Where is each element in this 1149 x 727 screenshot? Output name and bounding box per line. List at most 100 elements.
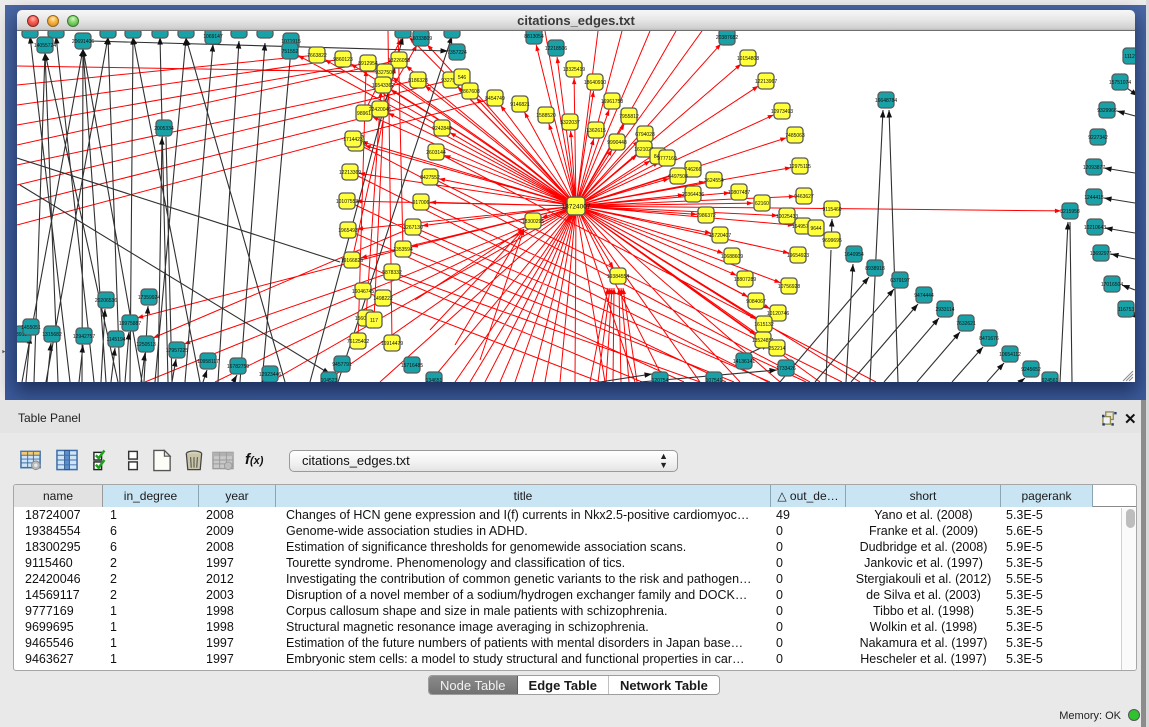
svg-text:62160: 62160 <box>755 201 769 207</box>
svg-text:9463627: 9463627 <box>794 194 814 200</box>
svg-text:3624554: 3624554 <box>704 178 724 184</box>
svg-text:7986372: 7986372 <box>696 213 716 219</box>
svg-text:7357224: 7357224 <box>447 50 467 56</box>
svg-text:18807289: 18807289 <box>734 277 756 283</box>
svg-text:2005334: 2005334 <box>154 126 174 132</box>
svg-text:10973493: 10973493 <box>771 109 793 115</box>
svg-text:3267130: 3267130 <box>403 225 423 231</box>
svg-text:9146821: 9146821 <box>510 102 530 108</box>
svg-text:13692971: 13692971 <box>1090 251 1112 257</box>
svg-text:8471676: 8471676 <box>979 336 999 342</box>
svg-text:1353594: 1353594 <box>393 247 413 253</box>
svg-text:11123: 11123 <box>1124 54 1135 60</box>
svg-text:7663822: 7663822 <box>307 53 327 59</box>
svg-text:9327506: 9327506 <box>375 70 395 76</box>
svg-text:19654923: 19654923 <box>787 253 809 259</box>
svg-text:107541: 107541 <box>706 378 723 382</box>
svg-text:1640954: 1640954 <box>844 252 864 258</box>
svg-text:15716485: 15716485 <box>401 363 423 369</box>
svg-text:746266: 746266 <box>685 167 702 173</box>
svg-text:9699695: 9699695 <box>822 238 842 244</box>
svg-text:16046745: 16046745 <box>352 289 374 295</box>
svg-text:16961758: 16961758 <box>601 99 623 105</box>
svg-text:1455051: 1455051 <box>21 325 41 331</box>
svg-text:252214: 252214 <box>769 346 786 352</box>
svg-text:12923446: 12923446 <box>259 372 281 378</box>
svg-text:8813054: 8813054 <box>524 34 544 40</box>
svg-text:1498222: 1498222 <box>373 296 393 302</box>
svg-text:14136141: 14136141 <box>733 359 755 365</box>
svg-text:6497508: 6497508 <box>668 174 688 180</box>
svg-text:17957225: 17957225 <box>166 348 188 354</box>
svg-text:10154808: 10154808 <box>737 56 759 62</box>
svg-text:9329966: 9329966 <box>1097 108 1117 114</box>
svg-text:9245652: 9245652 <box>1021 367 1041 373</box>
svg-text:8427552: 8427552 <box>420 175 440 181</box>
svg-text:18640910: 18640910 <box>584 80 606 86</box>
svg-text:8186328: 8186328 <box>408 78 428 84</box>
svg-text:19166825: 19166825 <box>341 258 363 264</box>
svg-text:1145194: 1145194 <box>106 337 125 343</box>
svg-text:10807487: 10807487 <box>728 190 750 196</box>
svg-text:16914479: 16914479 <box>381 341 403 347</box>
svg-text:20364436: 20364436 <box>682 192 704 198</box>
svg-text:751552: 751552 <box>282 49 299 55</box>
svg-text:16033809: 16033809 <box>410 36 432 42</box>
svg-text:6379197: 6379197 <box>890 278 910 284</box>
svg-text:9242848: 9242848 <box>432 126 452 132</box>
svg-text:10210643: 10210643 <box>1084 225 1106 231</box>
svg-text:924561: 924561 <box>1042 378 1059 382</box>
svg-text:12093877: 12093877 <box>1083 165 1105 171</box>
svg-text:9990448: 9990448 <box>607 140 627 146</box>
svg-text:9115460: 9115460 <box>822 207 841 213</box>
svg-text:12213369: 12213369 <box>339 170 361 176</box>
svg-text:12975115: 12975115 <box>789 164 811 170</box>
svg-text:1250513: 1250513 <box>136 342 156 348</box>
svg-text:1714423: 1714423 <box>343 137 363 143</box>
svg-text:9474444: 9474444 <box>914 293 934 299</box>
svg-text:19975887: 19975887 <box>119 321 141 327</box>
svg-text:7632621: 7632621 <box>956 321 976 327</box>
svg-text:6794028: 6794028 <box>635 132 655 138</box>
svg-text:16648784: 16648784 <box>875 98 897 104</box>
svg-text:2933114: 2933114 <box>935 307 954 313</box>
svg-text:120754: 120754 <box>652 378 669 382</box>
svg-text:18300295: 18300295 <box>522 219 544 225</box>
svg-text:19384554: 19384554 <box>607 274 629 280</box>
svg-text:16782759: 16782759 <box>227 364 249 370</box>
svg-text:8938918: 8938918 <box>865 266 885 272</box>
svg-text:15751074: 15751074 <box>1109 80 1131 86</box>
svg-text:1733426: 1733426 <box>776 366 796 372</box>
svg-text:16543362: 16543362 <box>372 83 394 89</box>
svg-text:9084067: 9084067 <box>746 299 766 305</box>
svg-text:3215958: 3215958 <box>1060 209 1080 215</box>
svg-text:12942757: 12942757 <box>73 334 95 340</box>
svg-text:10756928: 10756928 <box>778 284 800 290</box>
svg-text:1315682: 1315682 <box>42 332 62 338</box>
svg-text:1615132: 1615132 <box>754 322 774 328</box>
svg-text:20206536: 20206536 <box>95 298 117 304</box>
svg-text:117: 117 <box>370 318 378 324</box>
svg-text:8912954: 8912954 <box>358 61 378 67</box>
svg-text:116753: 116753 <box>1118 307 1135 313</box>
svg-text:8454749: 8454749 <box>485 96 505 102</box>
svg-text:134651: 134651 <box>426 378 443 382</box>
svg-text:9777169: 9777169 <box>657 156 677 162</box>
svg-text:1588520: 1588520 <box>536 113 556 119</box>
svg-text:12213967: 12213967 <box>755 79 777 85</box>
svg-text:1244415: 1244415 <box>1084 195 1104 201</box>
svg-text:546: 546 <box>458 75 467 81</box>
svg-text:15720407: 15720407 <box>709 233 731 239</box>
svg-text:12218506: 12218506 <box>545 46 567 52</box>
svg-text:917006: 917006 <box>413 200 430 206</box>
svg-text:7485063: 7485063 <box>785 133 805 139</box>
svg-text:14055724: 14055724 <box>34 43 56 49</box>
svg-text:10107553: 10107553 <box>336 199 358 205</box>
svg-text:22420046: 22420046 <box>369 107 391 113</box>
svg-text:17359924: 17359924 <box>138 295 160 301</box>
svg-text:2603144: 2603144 <box>426 150 446 156</box>
svg-text:104523: 104523 <box>321 378 338 382</box>
svg-text:9860123: 9860123 <box>333 57 353 63</box>
svg-text:10958117: 10958117 <box>197 359 219 365</box>
svg-text:1069147: 1069147 <box>203 34 223 40</box>
